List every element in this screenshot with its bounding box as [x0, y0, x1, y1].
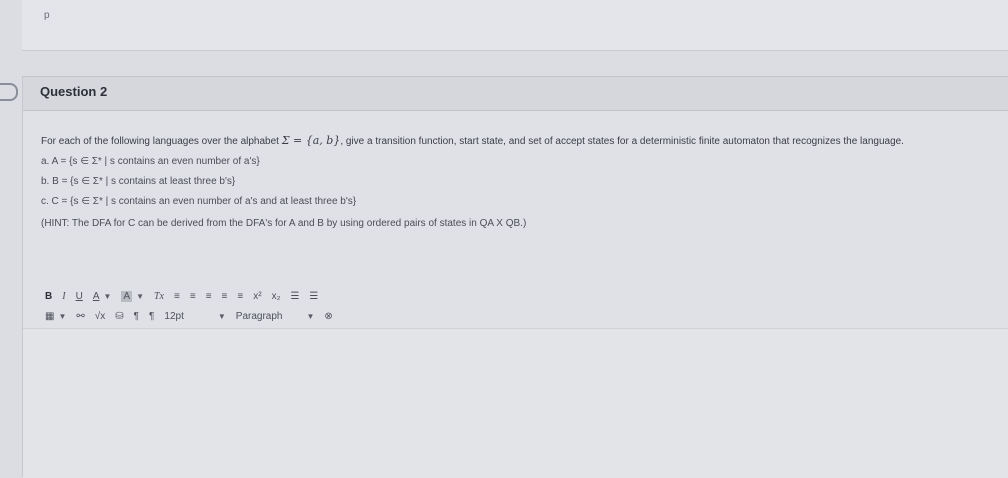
- highlight-dropdown-icon[interactable]: ▼: [136, 292, 144, 301]
- font-size-select[interactable]: 12pt: [164, 311, 183, 322]
- align-justify-button[interactable]: ≡: [222, 291, 228, 302]
- toolbar-row-1: B I U A ▼ A ▼ Tx ≡ ≡ ≡ ≡ ≡ x² x₂ ☰ ☰: [45, 286, 343, 306]
- question-hint: (HINT: The DFA for C can be derived from…: [41, 218, 527, 229]
- part-c: c. C = {s ∈ Σ* | s contains an even numb…: [41, 196, 357, 207]
- subscript-button[interactable]: x₂: [272, 291, 281, 302]
- previous-question-card: p: [22, 0, 1008, 51]
- superscript-button[interactable]: x²: [253, 291, 261, 302]
- unlink-icon[interactable]: ⚯: [76, 311, 84, 322]
- ltr-paragraph-button[interactable]: ¶: [134, 311, 139, 322]
- question-header: Question 2: [23, 76, 1008, 111]
- align-right-button[interactable]: ≡: [206, 291, 212, 302]
- question-card: Question 2 For each of the following lan…: [22, 76, 1008, 478]
- table-dropdown-icon[interactable]: ▼: [58, 312, 66, 321]
- align-center-button[interactable]: ≡: [190, 291, 196, 302]
- prompt-alphabet: Σ = {a, b}: [281, 134, 341, 147]
- answer-editor[interactable]: [23, 328, 1008, 478]
- editor-toolbar: B I U A ▼ A ▼ Tx ≡ ≡ ≡ ≡ ≡ x² x₂ ☰ ☰ ▦ ▼…: [45, 286, 343, 326]
- rtl-paragraph-button[interactable]: ¶: [149, 311, 154, 322]
- font-color-button[interactable]: A: [93, 291, 100, 302]
- bold-button[interactable]: B: [45, 291, 52, 302]
- paragraph-style-select[interactable]: Paragraph: [236, 311, 283, 322]
- bullet-list-button[interactable]: ☰: [290, 291, 299, 302]
- italic-button[interactable]: I: [62, 291, 65, 302]
- equation-button[interactable]: √x: [95, 311, 106, 322]
- question-body: For each of the following languages over…: [41, 134, 1007, 229]
- question-title: Question 2: [40, 84, 108, 99]
- previous-question-label: p: [44, 10, 50, 21]
- paragraph-dropdown-icon[interactable]: ▼: [307, 312, 315, 321]
- underline-button[interactable]: U: [76, 291, 83, 302]
- table-icon[interactable]: ▦: [45, 311, 54, 322]
- align-left-button[interactable]: ≡: [174, 291, 180, 302]
- toolbar-row-2: ▦ ▼ ⚯ √x ⛁ ¶ ¶ 12pt ▼ Paragraph ▼ ⊗: [45, 306, 343, 326]
- media-icon[interactable]: ⛁: [115, 311, 123, 322]
- highlight-color-button[interactable]: A: [121, 290, 133, 302]
- question-prompt: For each of the following languages over…: [41, 134, 1007, 147]
- more-options-icon[interactable]: ⊗: [324, 311, 332, 322]
- font-color-dropdown-icon[interactable]: ▼: [103, 292, 111, 301]
- prompt-text-end: , give a transition function, start stat…: [340, 136, 904, 147]
- numbered-list-button[interactable]: ☰: [309, 291, 318, 302]
- clear-format-button[interactable]: Tx: [154, 291, 164, 302]
- part-a: a. A = {s ∈ Σ* | s contains an even numb…: [41, 156, 260, 167]
- part-b: b. B = {s ∈ Σ* | s contains at least thr…: [41, 176, 236, 187]
- question-flag-icon[interactable]: [0, 83, 18, 101]
- prompt-text-start: For each of the following languages over…: [41, 136, 279, 147]
- indent-button[interactable]: ≡: [237, 291, 243, 302]
- font-size-dropdown-icon[interactable]: ▼: [218, 312, 226, 321]
